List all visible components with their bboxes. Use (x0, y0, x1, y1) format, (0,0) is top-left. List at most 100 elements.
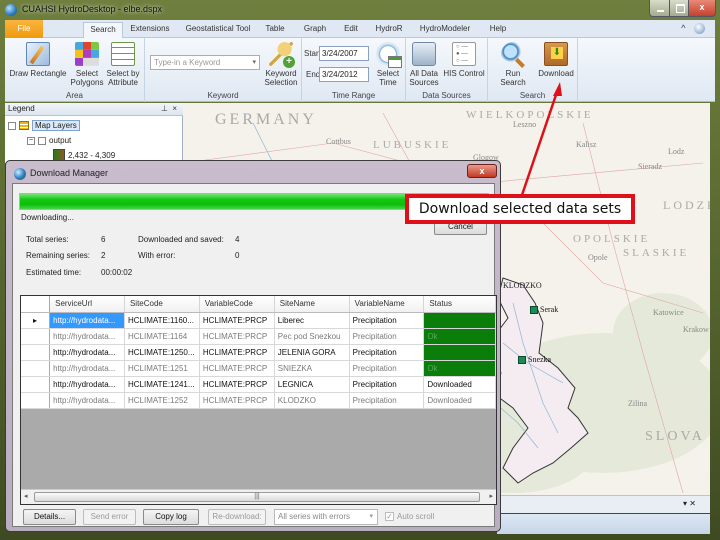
redownload-button[interactable]: Re-download: (208, 509, 266, 525)
column-header[interactable]: ServiceUrl (49, 296, 125, 313)
pin-icon[interactable]: ⊥ (161, 104, 168, 113)
cell-variablename[interactable]: Precipitation (349, 344, 425, 361)
cell-sitecode[interactable]: HCLIMATE:1250... (124, 344, 200, 361)
details-button[interactable]: Details... (23, 509, 76, 525)
scrollbar-thumb[interactable]: ||| (34, 492, 480, 502)
tab-hydromodeler[interactable]: HydroModeler (417, 22, 473, 38)
keyword-selection-button[interactable]: Keyword Selection (262, 42, 300, 87)
his-control-button[interactable]: HIS Control (442, 42, 486, 78)
close-window-button[interactable]: x (688, 0, 716, 17)
table-row[interactable]: http://hydrodata... HCLIMATE:1250... HCLIM… (21, 344, 496, 361)
row-header[interactable] (21, 344, 51, 361)
cell-serviceurl[interactable]: http://hydrodata... (49, 392, 125, 409)
cell-variablecode[interactable]: HCLIMATE:PRCP (199, 328, 275, 345)
column-header[interactable]: Status (423, 296, 496, 313)
keyword-input[interactable]: Type-in a Keyword ▾ (150, 55, 260, 70)
cell-serviceurl[interactable]: http://hydrodata... (49, 344, 125, 361)
dialog-close-button[interactable]: x (467, 164, 497, 178)
table-row[interactable]: http://hydrodata... HCLIMATE:1251 HCLIMATE… (21, 360, 496, 377)
map-station-marker[interactable] (530, 306, 538, 314)
cell-sitename[interactable]: KLODZKO (274, 392, 350, 409)
minimize-button[interactable] (649, 0, 670, 17)
cell-sitename[interactable]: Pec pod Snezkou (274, 328, 350, 345)
scroll-left-icon[interactable]: ◂ (24, 492, 28, 500)
cell-variablename[interactable]: Precipitation (349, 360, 425, 377)
tab-search[interactable]: Search (83, 22, 123, 39)
chevron-down-icon[interactable]: ▾ (252, 56, 256, 69)
row-header[interactable] (21, 392, 51, 409)
cell-sitename[interactable]: SNIEZKA (274, 360, 350, 377)
panel-controls[interactable]: ▾ ✕ (683, 499, 696, 508)
run-search-button[interactable]: Run Search (493, 42, 533, 87)
collapse-ribbon-icon[interactable]: ^ (681, 23, 685, 33)
table-row[interactable]: http://hydrodata... HCLIMATE:1164 HCLIMATE… (21, 328, 496, 345)
select-by-attribute-button[interactable]: Select by Attribute (105, 42, 141, 87)
copy-log-button[interactable]: Copy log (143, 509, 199, 525)
horizontal-scrollbar[interactable]: ◂ ||| ▸ (21, 489, 496, 504)
table-row[interactable]: http://hydrodata... HCLIMATE:1241... HCLIM… (21, 376, 496, 393)
map-layers-label[interactable]: Map Layers (32, 120, 80, 131)
cell-sitename[interactable]: LEGNICA (274, 376, 350, 393)
cell-serviceurl[interactable]: http://hydrodata... (49, 328, 125, 345)
legend-layer-row[interactable]: − output (27, 136, 71, 145)
expand-toggle[interactable]: − (27, 136, 35, 145)
cell-sitecode[interactable]: HCLIMATE:1164 (124, 328, 200, 345)
cell-variablename[interactable]: Precipitation (349, 328, 425, 345)
layer-visibility-checkbox[interactable] (38, 136, 46, 145)
cell-variablecode[interactable]: HCLIMATE:PRCP (199, 360, 275, 377)
column-header[interactable]: SiteName (274, 296, 350, 313)
cell-serviceurl[interactable]: http://hydrodata... (49, 312, 125, 329)
tab-geostatistical-tool[interactable]: Geostatistical Tool (183, 22, 253, 38)
cell-sitecode[interactable]: HCLIMATE:1251 (124, 360, 200, 377)
select-time-button[interactable]: Select Time (372, 42, 404, 87)
row-header[interactable] (21, 376, 51, 393)
maximize-button[interactable] (669, 0, 689, 17)
tab-file[interactable]: File (5, 20, 43, 38)
tab-table[interactable]: Table (261, 22, 289, 38)
cell-status[interactable]: Downloaded (423, 392, 496, 409)
cell-variablename[interactable]: Precipitation (349, 392, 425, 409)
legend-root-row[interactable]: Map Layers (8, 120, 80, 131)
select-polygons-button[interactable]: Select Polygons (69, 42, 105, 87)
checkbox-box[interactable]: ✓ (385, 512, 394, 521)
close-legend-icon[interactable]: × (172, 104, 177, 113)
cell-sitename[interactable]: JELENIA GORA (274, 344, 350, 361)
cell-variablecode[interactable]: HCLIMATE:PRCP (199, 376, 275, 393)
cell-variablecode[interactable]: HCLIMATE:PRCP (199, 344, 275, 361)
map-station-marker[interactable] (518, 356, 526, 364)
collapse-toggle[interactable] (8, 121, 16, 130)
cell-sitecode[interactable]: HCLIMATE:1252 (124, 392, 200, 409)
chevron-down-icon[interactable]: ▾ (369, 510, 373, 524)
all-data-sources-button[interactable]: All Data Sources (408, 42, 440, 87)
cell-sitecode[interactable]: HCLIMATE:1160... (124, 312, 200, 329)
tab-edit[interactable]: Edit (339, 22, 363, 38)
draw-rectangle-button[interactable]: Draw Rectangle (8, 42, 68, 78)
cell-status[interactable]: Downloaded (423, 376, 496, 393)
table-row[interactable]: http://hydrodata... HCLIMATE:1252 HCLIMATE… (21, 392, 496, 409)
cell-serviceurl[interactable]: http://hydrodata... (49, 360, 125, 377)
help-icon[interactable] (694, 23, 705, 35)
auto-scroll-checkbox[interactable]: ✓ Auto scroll (385, 512, 434, 521)
redownload-select[interactable]: All series with errors ▾ (274, 509, 378, 525)
series-grid[interactable]: ServiceUrl SiteCode VariableCode SiteNam… (20, 295, 497, 505)
column-header[interactable]: VariableName (349, 296, 425, 313)
tab-help[interactable]: Help (487, 22, 509, 38)
tab-hydror[interactable]: HydroR (373, 22, 405, 38)
cell-variablename[interactable]: Precipitation (349, 312, 425, 329)
column-header[interactable]: SiteCode (124, 296, 200, 313)
current-row-indicator-icon[interactable]: ▸ (21, 312, 51, 329)
end-date-input[interactable]: 3/24/2012 (319, 67, 369, 82)
cell-variablecode[interactable]: HCLIMATE:PRCP (199, 312, 275, 329)
cell-serviceurl[interactable]: http://hydrodata... (49, 376, 125, 393)
column-header[interactable]: VariableCode (199, 296, 275, 313)
row-header[interactable] (21, 360, 51, 377)
send-error-button[interactable]: Send error (83, 509, 136, 525)
table-row[interactable]: ▸ http://hydrodata... HCLIMATE:1160... HCLI… (21, 312, 496, 329)
cell-status[interactable]: Ok (423, 312, 496, 329)
tab-graph[interactable]: Graph (301, 22, 329, 38)
row-header[interactable] (21, 328, 51, 345)
cell-sitename[interactable]: Liberec (274, 312, 350, 329)
cell-sitecode[interactable]: HCLIMATE:1241... (124, 376, 200, 393)
cell-status[interactable]: Ok (423, 328, 496, 345)
scroll-right-icon[interactable]: ▸ (489, 492, 493, 500)
